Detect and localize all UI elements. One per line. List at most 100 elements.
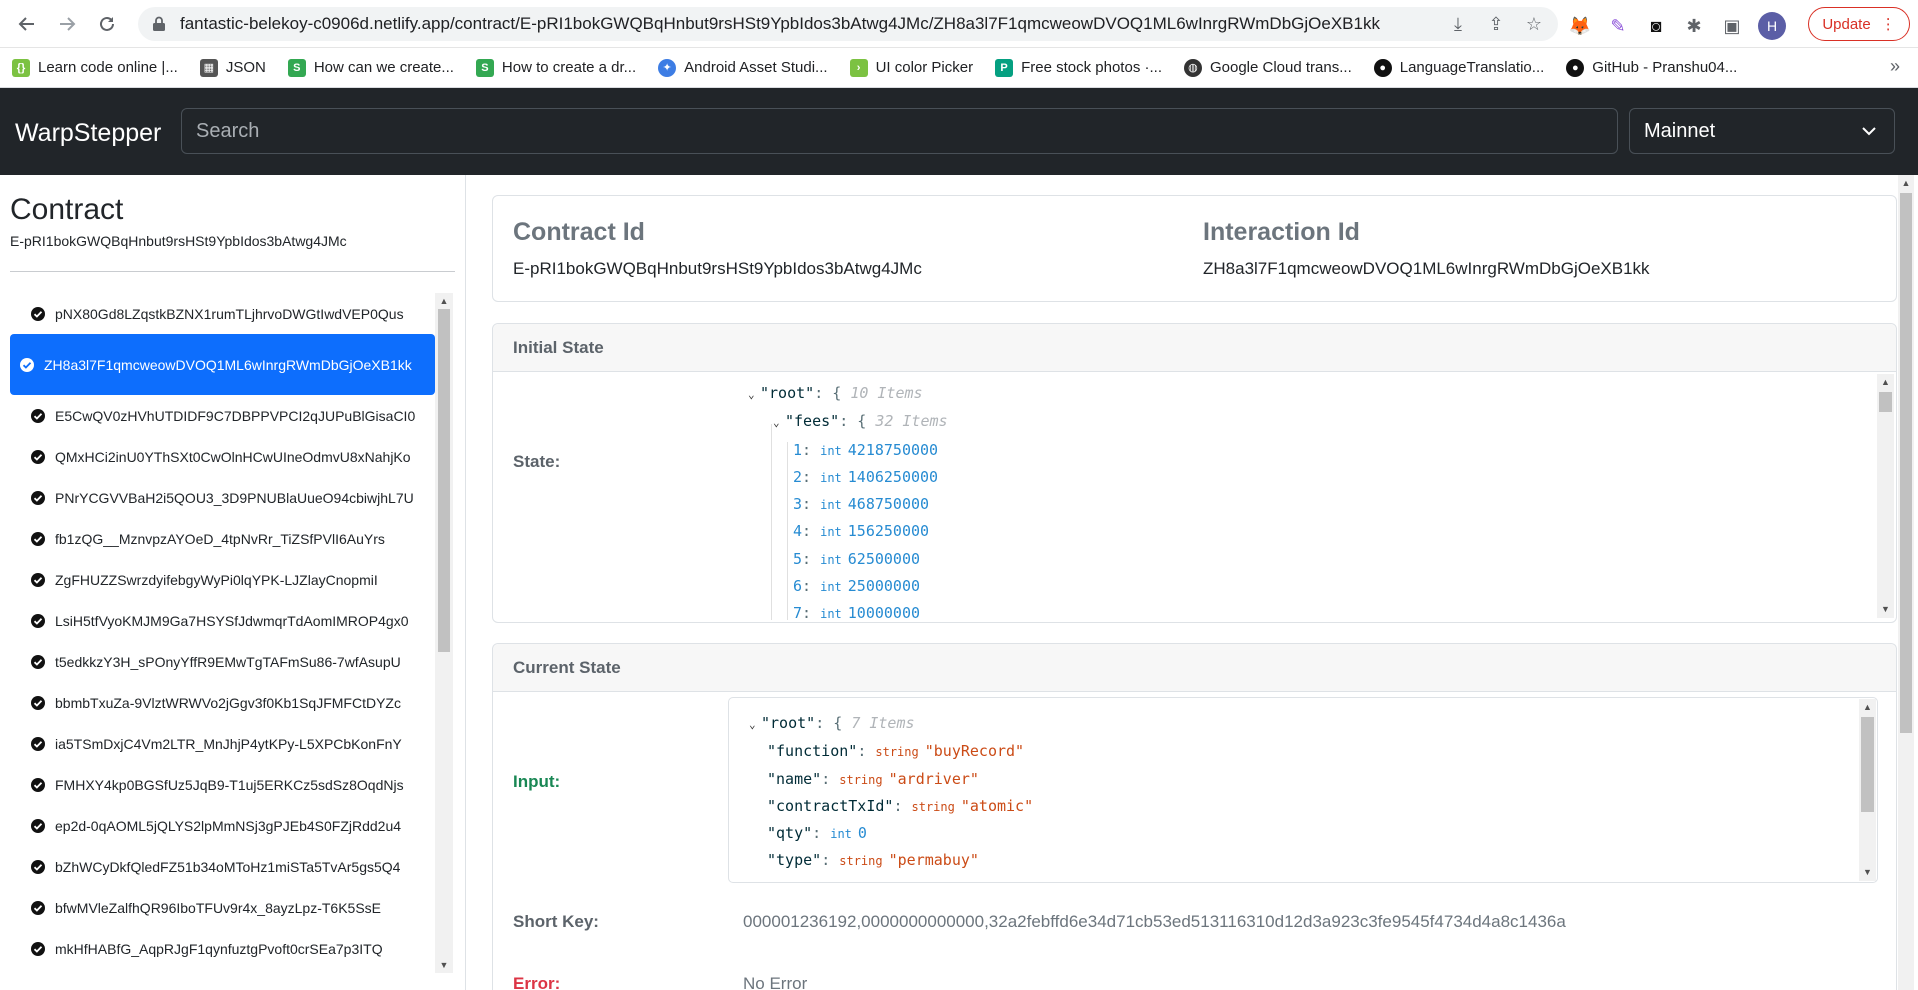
fees-node[interactable]: ⌄ "fees": { 32 Items bbox=[748, 408, 1898, 436]
sidebar-interaction-item[interactable]: QMxHCi2inU0YThSXt0CwOlnHCwUIneOdmvU8xNah… bbox=[10, 436, 435, 477]
fee-entry: 2: int 1406250000 bbox=[793, 467, 939, 486]
share-icon[interactable]: ⇪ bbox=[1486, 14, 1506, 34]
scroll-up-icon[interactable]: ▲ bbox=[1861, 701, 1874, 714]
sidebar-interaction-item[interactable]: bZhWCyDkfQledFZ51b34oMToHz1miSTa5TvAr5gs… bbox=[10, 846, 435, 887]
input-field-entry: "qty": int 0 bbox=[767, 824, 867, 843]
bookmark-item[interactable]: ◍ Google Cloud trans... bbox=[1183, 58, 1352, 77]
chevron-down-icon bbox=[1862, 127, 1876, 136]
initial-state-scroll-thumb[interactable] bbox=[1879, 392, 1892, 412]
bookmark-item[interactable]: ▦ JSON bbox=[199, 58, 266, 77]
input-field-entry: "name": string "ardriver" bbox=[767, 769, 979, 788]
current-state-card: Current State Input: ⌄ "root": { 7 Items … bbox=[492, 643, 1897, 990]
pen-extension-icon[interactable]: ✎ bbox=[1606, 14, 1630, 38]
brand-logo[interactable]: WarpStepper bbox=[15, 119, 161, 148]
bookmark-item[interactable]: S How can we create... bbox=[287, 58, 454, 77]
network-value: Mainnet bbox=[1644, 119, 1716, 142]
short-key-label: Short Key: bbox=[513, 912, 599, 931]
address-bar[interactable]: fantastic-belekoy-c0906d.netlify.app/con… bbox=[138, 7, 1558, 41]
input-json: ⌄ "root": { 7 Items "function": string "bu… bbox=[749, 710, 1849, 880]
sidebar-interaction-item[interactable]: pNX80Gd8LZqstkBZNX1rumTLjhrvoDWGtIwdVEP0… bbox=[10, 293, 435, 334]
sidebar-interaction-item[interactable]: ZH8a3l7F1qmcweowDVOQ1ML6wInrgRWmDbGjOeXB… bbox=[10, 334, 435, 395]
collapse-arrow-icon[interactable]: ⌄ bbox=[749, 712, 761, 738]
check-circle-icon bbox=[31, 777, 45, 792]
sidebar-interaction-item[interactable]: ep2d-0qAOML5jQLYS2lpMmNSj3gPJEb4S0FZjRdd… bbox=[10, 805, 435, 846]
error-value: No Error bbox=[743, 974, 808, 990]
bookmark-item[interactable]: ✦ Android Asset Studi... bbox=[658, 58, 828, 77]
fee-entry: 1: int 4218750000 bbox=[793, 440, 939, 459]
more-bookmarks-icon[interactable]: » bbox=[1890, 56, 1900, 77]
input-scrollbar[interactable]: ▲ ▼ bbox=[1859, 699, 1876, 881]
sidebar-scroll-thumb[interactable] bbox=[438, 309, 450, 652]
side-panel-icon[interactable]: ▣ bbox=[1720, 14, 1744, 38]
input-item-count: 7 Items bbox=[851, 714, 915, 732]
scroll-up-icon[interactable]: ▲ bbox=[438, 295, 450, 307]
bookmark-star-icon[interactable]: ☆ bbox=[1524, 14, 1544, 34]
interaction-id: bbmbTxuZa-9VlztWRWVo2jGgv3f0Kb1SqJFMFCtD… bbox=[55, 694, 401, 711]
profile-avatar[interactable]: H bbox=[1758, 12, 1786, 40]
initial-state-json: ⌄ "root": { 10 Items ⌄ "fees": { 32 Items … bbox=[748, 380, 1898, 620]
lock-icon bbox=[153, 16, 165, 31]
root-node[interactable]: ⌄ "root": { 10 Items bbox=[748, 380, 1898, 408]
sidebar-interaction-item[interactable]: ia5TSmDxjC4Vm2LTR_MnJhjP4ytKPy-L5XPCbKon… bbox=[10, 723, 435, 764]
sidebar-interaction-item[interactable]: bbmbTxuZa-9VlztWRWVo2jGgv3f0Kb1SqJFMFCtD… bbox=[10, 682, 435, 723]
scroll-down-icon[interactable]: ▼ bbox=[1861, 866, 1874, 879]
sidebar-interaction-item[interactable]: t5edkkzY3H_sPOnyYffR9EMwTgTAFmSu86-7wfAs… bbox=[10, 641, 435, 682]
short-key-value: 000001236192,0000000000000,32a2febffd6e3… bbox=[743, 912, 1566, 931]
bookmark-item[interactable]: S How to create a dr... bbox=[475, 58, 636, 77]
input-root-node[interactable]: ⌄ "root": { 7 Items bbox=[749, 710, 1849, 738]
interaction-id: ia5TSmDxjC4Vm2LTR_MnJhjP4ytKPy-L5XPCbKon… bbox=[55, 735, 402, 752]
capture-extension-icon[interactable]: ◙ bbox=[1644, 14, 1668, 38]
github-icon: ● bbox=[1373, 58, 1392, 77]
browser-toolbar: fantastic-belekoy-c0906d.netlify.app/con… bbox=[0, 0, 1918, 48]
input-scroll-thumb[interactable] bbox=[1861, 717, 1874, 812]
main-content: Contract Id E-pRI1bokGWQBqHnbut9rsHSt9Yp… bbox=[467, 175, 1918, 990]
page-scrollbar[interactable]: ▲ bbox=[1898, 175, 1914, 990]
interaction-id: mkHfHABfG_AqpRJgF1qynfuztgPvoft0crSEa7p3… bbox=[55, 940, 383, 957]
sidebar-interaction-item[interactable]: LsiH5tfVyoKMJM9Ga7HSYSfJdwmqrTdAomIMROP4… bbox=[10, 600, 435, 641]
scroll-up-icon[interactable]: ▲ bbox=[1900, 177, 1912, 189]
sidebar-title: Contract bbox=[10, 193, 124, 226]
check-circle-icon bbox=[31, 818, 45, 833]
sidebar-interaction-item[interactable]: bfwMVleZalfhQR96IboTFUv9r4x_8ayzLpz-T6K5… bbox=[10, 887, 435, 928]
bookmark-item[interactable]: {} Learn code online |... bbox=[12, 58, 178, 77]
wand-icon: ✦ bbox=[658, 58, 677, 77]
bookmark-item[interactable]: › UI color Picker bbox=[849, 58, 973, 77]
scroll-up-icon[interactable]: ▲ bbox=[1879, 376, 1892, 389]
sidebar-interaction-item[interactable]: fb1zQG__MznvpzAYOeD_4tpNvRr_TiZSfPVlI6Au… bbox=[10, 518, 435, 559]
sidebar-interaction-item[interactable]: FMHXY4kp0BGSfUz5JqB9-T1uj5ERKCz5sdSz8Oqd… bbox=[10, 764, 435, 805]
collapse-arrow-icon[interactable]: ⌄ bbox=[773, 410, 785, 436]
forward-arrow-icon[interactable] bbox=[52, 9, 82, 39]
puzzle-icon[interactable]: ✱ bbox=[1682, 14, 1706, 38]
check-circle-icon bbox=[31, 531, 45, 546]
fee-entry: 6: int 25000000 bbox=[793, 577, 921, 596]
collapse-arrow-icon[interactable]: ⌄ bbox=[748, 382, 760, 408]
sidebar-interaction-item[interactable]: ZgFHUZZSwrzdyifebgyWyPi0lqYPK-LJZlayCnop… bbox=[10, 559, 435, 600]
bookmark-item[interactable]: P Free stock photos ·... bbox=[995, 58, 1162, 77]
check-circle-icon bbox=[31, 572, 45, 587]
interaction-id-value: ZH8a3l7F1qmcweowDVOQ1ML6wInrgRWmDbGjOeXB… bbox=[1203, 259, 1650, 278]
input-label: Input: bbox=[513, 772, 561, 791]
network-select[interactable]: Mainnet bbox=[1629, 108, 1895, 154]
reload-icon[interactable] bbox=[92, 9, 122, 39]
update-button[interactable]: Update ⋮ bbox=[1808, 7, 1910, 41]
check-circle-icon bbox=[20, 357, 34, 372]
back-arrow-icon[interactable] bbox=[12, 9, 42, 39]
sidebar-interaction-item[interactable]: mkHfHABfG_AqpRJgF1qynfuztgPvoft0crSEa7p3… bbox=[10, 928, 435, 969]
sidebar-interaction-item[interactable]: E5CwQV0zHVhUTDIDF9C7DBPPVPCI2qJUPuBlGisa… bbox=[10, 395, 435, 436]
error-label: Error: bbox=[513, 974, 561, 990]
check-circle-icon bbox=[31, 736, 45, 751]
sidebar-interaction-item[interactable]: PNrYCGVVBaH2i5QOU3_3D9PNUBlaUueO94cbiwjh… bbox=[10, 477, 435, 518]
interaction-id: ep2d-0qAOML5jQLYS2lpMmNSj3gPJEb4S0FZjRdd… bbox=[55, 817, 402, 834]
scroll-down-icon[interactable]: ▼ bbox=[1879, 603, 1892, 616]
scroll-down-icon[interactable]: ▼ bbox=[438, 959, 450, 971]
github-icon: ● bbox=[1566, 58, 1585, 77]
bookmark-item[interactable]: ● LanguageTranslatio... bbox=[1373, 58, 1544, 77]
sidebar-scrollbar[interactable]: ▲ ▼ bbox=[435, 293, 453, 973]
metamask-icon[interactable]: 🦊 bbox=[1568, 14, 1592, 38]
search-input[interactable] bbox=[181, 108, 1618, 154]
install-app-icon[interactable]: ⤓ bbox=[1448, 14, 1468, 34]
initial-state-scrollbar[interactable]: ▲ ▼ bbox=[1877, 374, 1894, 618]
page-scroll-thumb[interactable] bbox=[1900, 193, 1912, 733]
bookmark-item[interactable]: ● GitHub - Pranshu04... bbox=[1566, 58, 1737, 77]
input-json-box: ⌄ "root": { 7 Items "function": string "bu… bbox=[728, 697, 1878, 883]
